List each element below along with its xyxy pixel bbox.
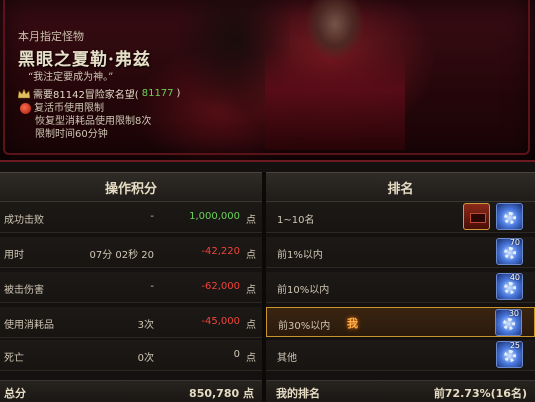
rank-label: 前30%以内 xyxy=(278,321,331,332)
total-label: 总分 xyxy=(4,387,26,400)
score-detail: 0次 xyxy=(137,353,154,364)
rank-label: 前1%以内 xyxy=(277,250,323,261)
rank-label: 其他 xyxy=(277,353,297,364)
reward-count: 40 xyxy=(509,273,520,282)
score-points: -45,000 xyxy=(201,316,240,327)
restriction-item: 恢复型消耗品使用限制8次 xyxy=(35,116,152,127)
score-points: 1,000,000 xyxy=(189,211,240,222)
total-score-bar: 总分 850,780 点 xyxy=(0,380,262,402)
my-rank-bar: 我的排名 前72.73%(16名) xyxy=(266,380,535,402)
total-value: 850,780 xyxy=(189,387,240,400)
my-rank-label: 我的排名 xyxy=(276,387,320,400)
score-label: 死亡 xyxy=(4,353,24,364)
score-row-defeat: 成功击败 - 1,000,000 点 xyxy=(0,202,262,233)
my-rank-value: 前72.73%(16名) xyxy=(433,387,527,400)
requirement-current: 81177 xyxy=(141,88,174,99)
score-unit: 点 xyxy=(246,320,256,331)
rank-row-top10pct: 前10%以内 40 xyxy=(266,272,535,303)
score-detail: 3次 xyxy=(137,320,154,331)
reward-gear-icon[interactable]: 25 xyxy=(496,341,523,368)
score-unit: 点 xyxy=(246,250,256,261)
score-detail: 07分 02秒 20 xyxy=(89,250,154,261)
restriction-icon xyxy=(20,103,31,114)
total-value-group: 850,780 点 xyxy=(189,385,254,401)
score-row-death: 死亡 0次 0 点 xyxy=(0,340,262,371)
score-label: 成功击败 xyxy=(4,215,44,226)
boss-banner: 本月指定怪物 黑眼之夏勒·弗兹 “我注定要成为神。” 需要81142冒险家名望(… xyxy=(0,0,535,162)
total-unit: 点 xyxy=(243,387,254,400)
score-points: 0 xyxy=(233,349,240,360)
score-label: 使用消耗品 xyxy=(4,320,54,331)
rank-panel-header: 排名 xyxy=(266,172,535,202)
rank-row-other: 其他 25 xyxy=(266,340,535,371)
rank-label: 1~10名 xyxy=(277,215,315,226)
score-panel-header: 操作积分 xyxy=(0,172,262,202)
reward-count: 70 xyxy=(509,238,520,247)
reward-count: 30 xyxy=(508,309,519,318)
reward-count: 25 xyxy=(509,341,520,350)
score-unit: 点 xyxy=(246,285,256,296)
rank-row-top30pct: 前30%以内 我 30 xyxy=(266,307,535,337)
requirement-close: ) xyxy=(176,88,181,99)
reward-gear-icon[interactable]: 40 xyxy=(496,273,523,300)
score-row-time: 用时 07分 02秒 20 -42,220 点 xyxy=(0,237,262,268)
score-points: -42,220 xyxy=(201,246,240,257)
score-unit: 点 xyxy=(246,353,256,364)
restriction-list: 复活币使用限制 恢复型消耗品使用限制8次 限制时间60分钟 xyxy=(20,102,151,141)
boss-name: 黑眼之夏勒·弗兹 xyxy=(18,50,151,70)
score-row-consumables: 使用消耗品 3次 -45,000 点 xyxy=(0,307,262,338)
restriction-item: 复活币使用限制 xyxy=(34,103,104,114)
score-detail: - xyxy=(150,281,154,292)
crown-icon xyxy=(18,88,30,98)
rank-label: 前10%以内 xyxy=(277,285,330,296)
score-label: 被击伤害 xyxy=(4,285,44,296)
month-label: 本月指定怪物 xyxy=(18,30,84,43)
score-points: -62,000 xyxy=(201,281,240,292)
requirement-row: 需要81142冒险家名望(81177) xyxy=(18,86,180,101)
score-label: 用时 xyxy=(4,250,24,261)
my-rank-marker: 我 xyxy=(347,317,358,330)
reward-gear-icon[interactable]: 70 xyxy=(496,238,523,265)
reward-chest-icon[interactable] xyxy=(463,203,490,230)
reward-gear-icon[interactable]: 30 xyxy=(495,309,522,336)
boss-quote: “我注定要成为神。” xyxy=(28,72,114,83)
rank-row-top10: 1~10名 xyxy=(266,202,535,233)
score-detail: - xyxy=(150,211,154,222)
reward-gear-icon[interactable] xyxy=(496,203,523,230)
score-row-damage: 被击伤害 - -62,000 点 xyxy=(0,272,262,303)
requirement-text: 需要81142冒险家名望( xyxy=(33,90,139,101)
rank-row-top1pct: 前1%以内 70 xyxy=(266,237,535,268)
score-unit: 点 xyxy=(246,215,256,226)
restriction-item: 限制时间60分钟 xyxy=(35,129,108,140)
